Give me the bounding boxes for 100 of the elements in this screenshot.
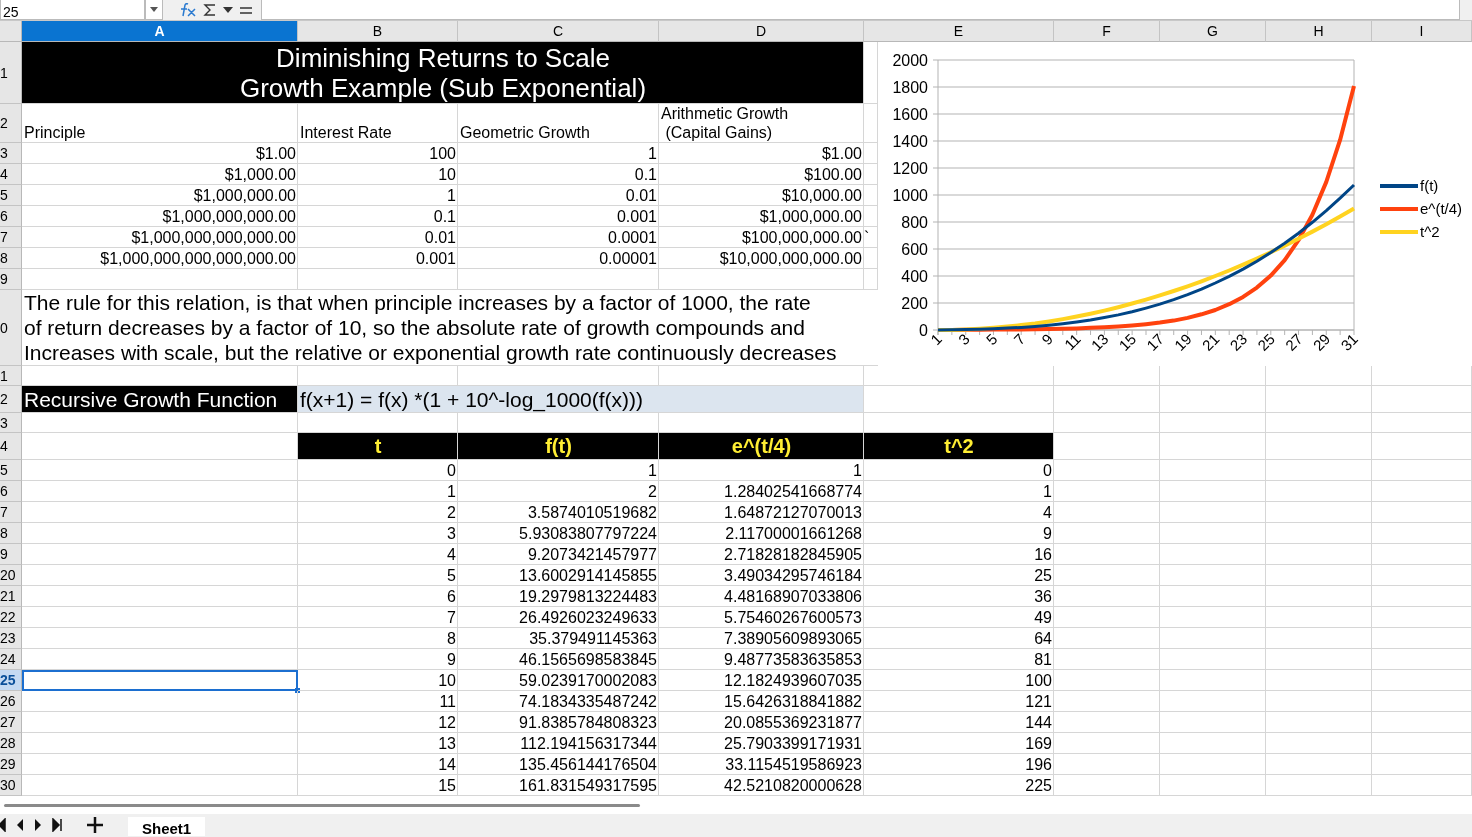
add-sheet-icon[interactable]	[86, 816, 104, 834]
column-header[interactable]: E	[864, 21, 1054, 42]
formula-input[interactable]	[261, 0, 1460, 20]
empty-cell[interactable]	[1054, 565, 1160, 586]
row-header[interactable]: 0	[0, 290, 22, 366]
empty-cell[interactable]	[1160, 481, 1266, 502]
row-header[interactable]: 9	[0, 269, 22, 290]
column-header[interactable]: G	[1160, 21, 1266, 42]
row-header[interactable]: 6	[0, 206, 22, 227]
equals-icon[interactable]	[239, 5, 253, 15]
empty-cell[interactable]	[1160, 607, 1266, 628]
row-header[interactable]: 23	[0, 628, 22, 649]
name-box[interactable]: 25	[0, 0, 145, 20]
caret-icon[interactable]	[223, 6, 233, 14]
empty-cell[interactable]	[1160, 460, 1266, 481]
row-header[interactable]: 4	[0, 433, 22, 460]
empty-cell[interactable]	[1160, 413, 1266, 433]
empty-cell[interactable]	[1372, 691, 1472, 712]
empty-cell[interactable]	[1160, 628, 1266, 649]
empty-cell[interactable]	[1266, 628, 1372, 649]
column-header[interactable]: C	[458, 21, 659, 42]
empty-cell[interactable]	[1266, 460, 1372, 481]
empty-cell[interactable]	[1160, 565, 1266, 586]
row-header[interactable]: 7	[0, 227, 22, 248]
empty-cell[interactable]	[1054, 754, 1160, 775]
column-header[interactable]: I	[1372, 21, 1472, 42]
empty-cell[interactable]	[1372, 712, 1472, 733]
row-header[interactable]: 1	[0, 366, 22, 386]
empty-cell[interactable]	[1266, 481, 1372, 502]
last-sheet-icon[interactable]	[52, 818, 62, 832]
empty-cell[interactable]	[1372, 413, 1472, 433]
empty-cell[interactable]	[1160, 523, 1266, 544]
empty-cell[interactable]	[1266, 433, 1372, 460]
column-header[interactable]: B	[298, 21, 458, 42]
empty-cell[interactable]	[1160, 433, 1266, 460]
row-header[interactable]: 28	[0, 733, 22, 754]
empty-cell[interactable]	[1372, 481, 1472, 502]
empty-cell[interactable]	[1160, 691, 1266, 712]
empty-cell[interactable]	[1054, 607, 1160, 628]
empty-cell[interactable]	[1160, 586, 1266, 607]
row-header[interactable]: 25	[0, 670, 22, 691]
row-header[interactable]: 24	[0, 649, 22, 670]
empty-cell[interactable]	[1372, 670, 1472, 691]
empty-cell[interactable]	[1266, 754, 1372, 775]
column-header[interactable]: A	[22, 21, 298, 42]
row-header[interactable]: 5	[0, 460, 22, 481]
sheet-tab[interactable]: Sheet1	[128, 817, 206, 836]
empty-cell[interactable]	[1266, 544, 1372, 565]
empty-cell[interactable]	[1054, 460, 1160, 481]
column-header[interactable]: F	[1054, 21, 1160, 42]
empty-cell[interactable]	[1054, 712, 1160, 733]
row-header[interactable]: 27	[0, 712, 22, 733]
empty-cell[interactable]	[1266, 586, 1372, 607]
empty-cell[interactable]	[1054, 523, 1160, 544]
empty-cell[interactable]	[1054, 413, 1160, 433]
row-header[interactable]: 8	[0, 248, 22, 269]
row-header[interactable]: 3	[0, 143, 22, 164]
row-header[interactable]: 4	[0, 164, 22, 185]
empty-cell[interactable]	[1054, 670, 1160, 691]
dropdown-icon[interactable]	[145, 0, 163, 20]
empty-cell[interactable]	[1372, 565, 1472, 586]
row-header[interactable]: 22	[0, 607, 22, 628]
empty-cell[interactable]	[1372, 544, 1472, 565]
previous-sheet-icon[interactable]	[16, 818, 24, 832]
row-header[interactable]: 5	[0, 185, 22, 206]
column-header[interactable]: H	[1266, 21, 1372, 42]
row-header[interactable]: 2	[0, 386, 22, 413]
empty-cell[interactable]	[1266, 691, 1372, 712]
empty-cell[interactable]	[1266, 733, 1372, 754]
selected-cell[interactable]	[22, 670, 298, 691]
empty-cell[interactable]	[1372, 523, 1472, 544]
row-header[interactable]: 8	[0, 523, 22, 544]
empty-cell[interactable]	[1160, 386, 1266, 413]
row-header[interactable]: 9	[0, 544, 22, 565]
empty-cell[interactable]	[1160, 502, 1266, 523]
row-header[interactable]: 21	[0, 586, 22, 607]
empty-cell[interactable]	[1372, 649, 1472, 670]
empty-cell[interactable]	[1266, 565, 1372, 586]
empty-cell[interactable]	[1372, 754, 1472, 775]
column-header[interactable]: D	[659, 21, 864, 42]
empty-cell[interactable]	[1372, 607, 1472, 628]
empty-cell[interactable]	[1266, 413, 1372, 433]
empty-cell[interactable]	[1054, 586, 1160, 607]
empty-cell[interactable]	[1054, 481, 1160, 502]
empty-cell[interactable]	[1054, 733, 1160, 754]
next-sheet-icon[interactable]	[34, 818, 42, 832]
empty-cell[interactable]	[1160, 712, 1266, 733]
row-header[interactable]: 2	[0, 104, 22, 143]
corner-cell[interactable]	[0, 21, 22, 42]
empty-cell[interactable]	[1054, 691, 1160, 712]
row-header[interactable]: 7	[0, 502, 22, 523]
empty-cell[interactable]	[1160, 754, 1266, 775]
sum-icon[interactable]	[203, 3, 217, 17]
empty-cell[interactable]	[1160, 670, 1266, 691]
row-header[interactable]: 3	[0, 413, 22, 433]
empty-cell[interactable]	[659, 269, 864, 290]
empty-cell[interactable]	[1372, 628, 1472, 649]
empty-cell[interactable]	[1266, 670, 1372, 691]
empty-cell[interactable]	[1266, 386, 1372, 413]
empty-cell[interactable]	[1160, 733, 1266, 754]
